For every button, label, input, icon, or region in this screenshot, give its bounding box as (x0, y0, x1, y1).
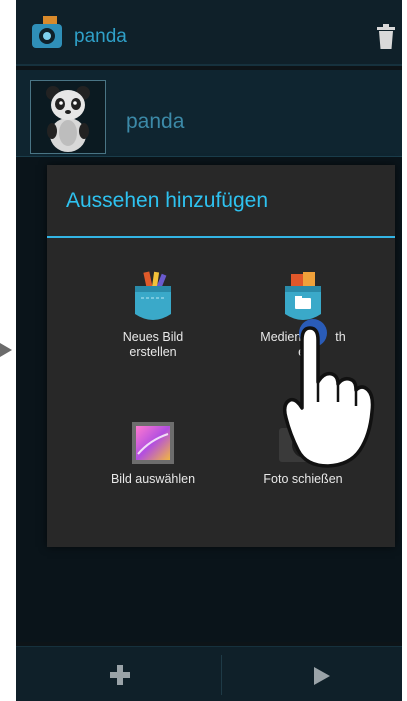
action-bar: panda (16, 0, 402, 66)
media-library-option[interactable]: Medien th ei (243, 270, 363, 360)
add-look-dialog: Aussehen hinzufügen Neues Bild erstellen (47, 165, 395, 547)
bottom-bar-divider (221, 655, 222, 695)
new-image-option[interactable]: Neues Bild erstellen (93, 270, 213, 360)
look-list-item[interactable]: panda (16, 70, 402, 157)
option-label: Foto schießen (263, 472, 343, 486)
phone-screen: panda panda Aussehen hinzufügen Neues Bi… (16, 0, 402, 701)
look-name: panda (126, 110, 185, 133)
option-label-line2: erstellen (129, 345, 177, 359)
bottom-bar (16, 646, 402, 701)
dialog-divider (47, 236, 395, 238)
trash-icon[interactable] (376, 24, 396, 50)
option-label: Bild auswählen (110, 472, 196, 486)
gallery-icon (132, 422, 174, 464)
app-logo-icon[interactable] (30, 14, 64, 50)
dialog-title: Aussehen hinzufügen (66, 189, 268, 212)
play-icon[interactable] (312, 665, 332, 687)
panda-image (46, 86, 90, 152)
media-library-pocket-icon (285, 272, 321, 320)
option-label-line1: Medien th (260, 330, 346, 344)
plus-icon[interactable] (108, 663, 132, 687)
camera-icon (279, 424, 327, 462)
paint-pocket-icon (135, 271, 171, 320)
panda-thumbnail (30, 80, 106, 154)
take-photo-option[interactable]: Foto schießen (243, 420, 363, 487)
option-label-line2: ei (298, 345, 308, 359)
option-label-line1: Neues Bild (122, 330, 184, 344)
choose-image-option[interactable]: Bild auswählen (93, 420, 213, 487)
actionbar-title: panda (74, 26, 127, 47)
annotation-arrow-icon (0, 343, 12, 357)
